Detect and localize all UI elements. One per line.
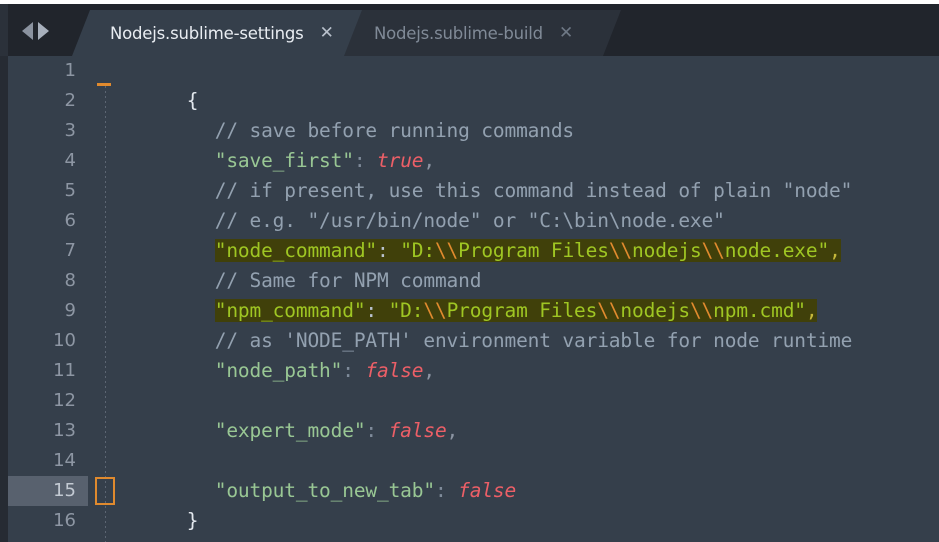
close-icon[interactable]: ✕ — [559, 25, 573, 42]
line-number: 5 — [64, 180, 76, 201]
string-value-part: nodejs — [632, 239, 702, 262]
text-cursor — [95, 477, 115, 505]
colon: : — [365, 419, 389, 442]
code-text-area[interactable]: { // save before running commands "save_… — [88, 56, 939, 542]
code-line-9[interactable]: // as 'NODE_PATH' environment variable f… — [88, 296, 853, 352]
code-line-2[interactable]: // save before running commands — [88, 86, 574, 142]
code-line-12[interactable]: "expert_mode": false, — [88, 386, 459, 442]
tab-bar-left-edge — [0, 4, 8, 56]
line-number: 13 — [53, 420, 76, 441]
tab-bar: Nodejs.sublime-build ✕ Nodejs.sublime-se… — [0, 4, 939, 56]
json-key: "node_path" — [214, 359, 343, 382]
code-line-1[interactable]: { — [88, 56, 199, 112]
line-number: 11 — [53, 360, 76, 381]
tab-label: Nodejs.sublime-build — [374, 23, 543, 43]
code-line-14[interactable]: "output_to_new_tab": false — [88, 446, 517, 502]
code-editor[interactable]: 1 2 3 4 5 6 7 8 9 10 11 12 13 14 15 16 { — [0, 56, 939, 542]
line-number: 4 — [64, 150, 76, 171]
close-brace: } — [186, 509, 199, 532]
tab-label: Nodejs.sublime-settings — [110, 23, 304, 43]
boolean-value: false — [458, 479, 517, 502]
colon: : — [434, 479, 459, 502]
code-line-10[interactable]: "node_path": false, — [88, 326, 435, 382]
close-icon[interactable]: ✕ — [320, 25, 334, 42]
escape-sequence: \\ — [701, 239, 725, 262]
arrow-right-icon[interactable] — [38, 22, 49, 40]
code-line-16[interactable] — [88, 506, 94, 536]
line-number: 8 — [64, 270, 76, 291]
string-value-part: node.exe" — [724, 239, 830, 262]
line-number: 1 — [64, 60, 76, 81]
tab-navigation-arrows[interactable] — [22, 22, 49, 40]
tab-nodejs-sublime-build[interactable]: Nodejs.sublime-build ✕ — [336, 10, 621, 56]
line-number-current: 15 — [8, 476, 88, 506]
escape-sequence: \\ — [608, 239, 633, 262]
editor-left-strip — [0, 56, 8, 542]
code-line-6[interactable]: "node_command": "D:\\Program Files\\node… — [88, 206, 841, 262]
code-line-7[interactable]: // Same for NPM command — [88, 236, 482, 292]
line-number-gutter: 1 2 3 4 5 6 7 8 9 10 11 12 13 14 15 16 — [8, 56, 88, 542]
line-number: 2 — [64, 90, 76, 111]
boolean-value: false — [388, 419, 447, 442]
json-key: "expert_mode" — [214, 419, 366, 442]
line-number: 14 — [53, 450, 76, 471]
code-line-8[interactable]: "npm_command": "D:\\Program Files\\nodej… — [88, 266, 818, 322]
line-number: 7 — [64, 240, 76, 261]
code-line-13[interactable] — [88, 416, 122, 446]
boolean-value: false — [365, 359, 424, 382]
json-key: "output_to_new_tab" — [214, 479, 435, 502]
comma: , — [446, 419, 459, 442]
comma: , — [423, 359, 435, 382]
line-number: 16 — [53, 510, 76, 531]
arrow-left-icon[interactable] — [22, 22, 33, 40]
line-number: 12 — [53, 390, 76, 411]
comma: , — [829, 239, 841, 262]
line-number: 10 — [53, 330, 76, 351]
colon: : — [342, 359, 366, 382]
code-line-5[interactable]: // e.g. "/usr/bin/node" or "C:\bin\node.… — [88, 176, 725, 232]
tab-nodejs-sublime-settings[interactable]: Nodejs.sublime-settings ✕ — [72, 10, 362, 56]
line-number: 3 — [64, 120, 76, 141]
code-line-4[interactable]: // if present, use this command instead … — [88, 146, 853, 202]
editor-window: Nodejs.sublime-build ✕ Nodejs.sublime-se… — [0, 0, 939, 542]
line-number: 9 — [64, 300, 76, 321]
line-number: 6 — [64, 210, 76, 231]
code-line-3[interactable]: "save_first": true, — [88, 116, 435, 172]
code-line-11[interactable] — [88, 356, 122, 386]
